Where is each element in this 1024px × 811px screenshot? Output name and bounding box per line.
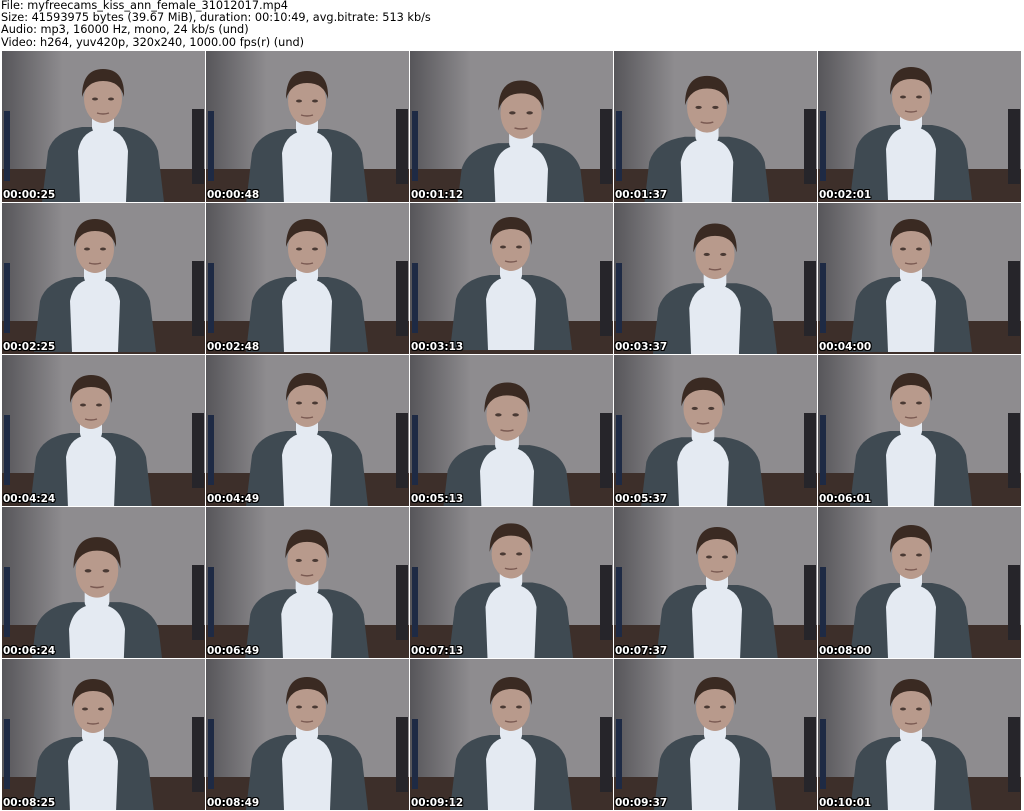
video-thumbnail: 00:03:37 — [614, 203, 817, 354]
timestamp-label: 00:02:25 — [3, 341, 56, 353]
video-thumbnail: 00:02:01 — [818, 51, 1021, 202]
video-thumbnail: 00:02:48 — [206, 203, 409, 354]
video-thumbnail: 00:01:37 — [614, 51, 817, 202]
video-thumbnail: 00:08:00 — [818, 507, 1021, 658]
timestamp-label: 00:04:49 — [207, 493, 260, 505]
timestamp-label: 00:02:01 — [819, 189, 872, 201]
video-thumbnail: 00:09:37 — [614, 659, 817, 810]
timestamp-label: 00:02:48 — [207, 341, 260, 353]
timestamp-label: 00:05:13 — [411, 493, 464, 505]
video-thumbnail: 00:04:49 — [206, 355, 409, 506]
timestamp-label: 00:09:12 — [411, 797, 464, 809]
timestamp-label: 00:08:00 — [819, 645, 872, 657]
video-thumbnail: 00:00:25 — [2, 51, 205, 202]
video-thumbnail: 00:07:37 — [614, 507, 817, 658]
video-thumbnail: 00:07:13 — [410, 507, 613, 658]
timestamp-label: 00:09:37 — [615, 797, 668, 809]
timestamp-label: 00:07:13 — [411, 645, 464, 657]
timestamp-label: 00:08:25 — [3, 797, 56, 809]
timestamp-label: 00:04:00 — [819, 341, 872, 353]
video-thumbnail: 00:02:25 — [2, 203, 205, 354]
audio-info-line: Audio: mp3, 16000 Hz, mono, 24 kb/s (und… — [1, 23, 249, 37]
timestamp-label: 00:06:01 — [819, 493, 872, 505]
timestamp-label: 00:10:01 — [819, 797, 872, 809]
timestamp-label: 00:00:48 — [207, 189, 260, 201]
video-thumbnail: 00:06:01 — [818, 355, 1021, 506]
video-thumbnail: 00:01:12 — [410, 51, 613, 202]
video-thumbnail: 00:04:00 — [818, 203, 1021, 354]
video-info-header: File: myfreecams_kiss_ann_female_3101201… — [1, 0, 1021, 48]
video-thumbnail: 00:08:49 — [206, 659, 409, 810]
timestamp-label: 00:01:12 — [411, 189, 464, 201]
timestamp-label: 00:05:37 — [615, 493, 668, 505]
video-thumbnail: 00:04:24 — [2, 355, 205, 506]
timestamp-label: 00:01:37 — [615, 189, 668, 201]
timestamp-label: 00:00:25 — [3, 189, 56, 201]
video-thumbnail: 00:09:12 — [410, 659, 613, 810]
video-thumbnail: 00:08:25 — [2, 659, 205, 810]
video-thumbnail: 00:03:13 — [410, 203, 613, 354]
video-thumbnail: 00:06:49 — [206, 507, 409, 658]
video-thumbnail: 00:10:01 — [818, 659, 1021, 810]
video-thumbnail: 00:05:37 — [614, 355, 817, 506]
timestamp-label: 00:03:37 — [615, 341, 668, 353]
thumbnail-grid: 00:00:25 00:00:48 00:01:12 00:01:37 00:0… — [2, 51, 1022, 811]
timestamp-label: 00:06:49 — [207, 645, 260, 657]
video-thumbnail: 00:05:13 — [410, 355, 613, 506]
video-thumbnail: 00:06:24 — [2, 507, 205, 658]
timestamp-label: 00:06:24 — [3, 645, 56, 657]
timestamp-label: 00:04:24 — [3, 493, 56, 505]
video-thumbnail: 00:00:48 — [206, 51, 409, 202]
timestamp-label: 00:03:13 — [411, 341, 464, 353]
video-info-line: Video: h264, yuv420p, 320x240, 1000.00 f… — [1, 35, 305, 49]
timestamp-label: 00:08:49 — [207, 797, 260, 809]
timestamp-label: 00:07:37 — [615, 645, 668, 657]
